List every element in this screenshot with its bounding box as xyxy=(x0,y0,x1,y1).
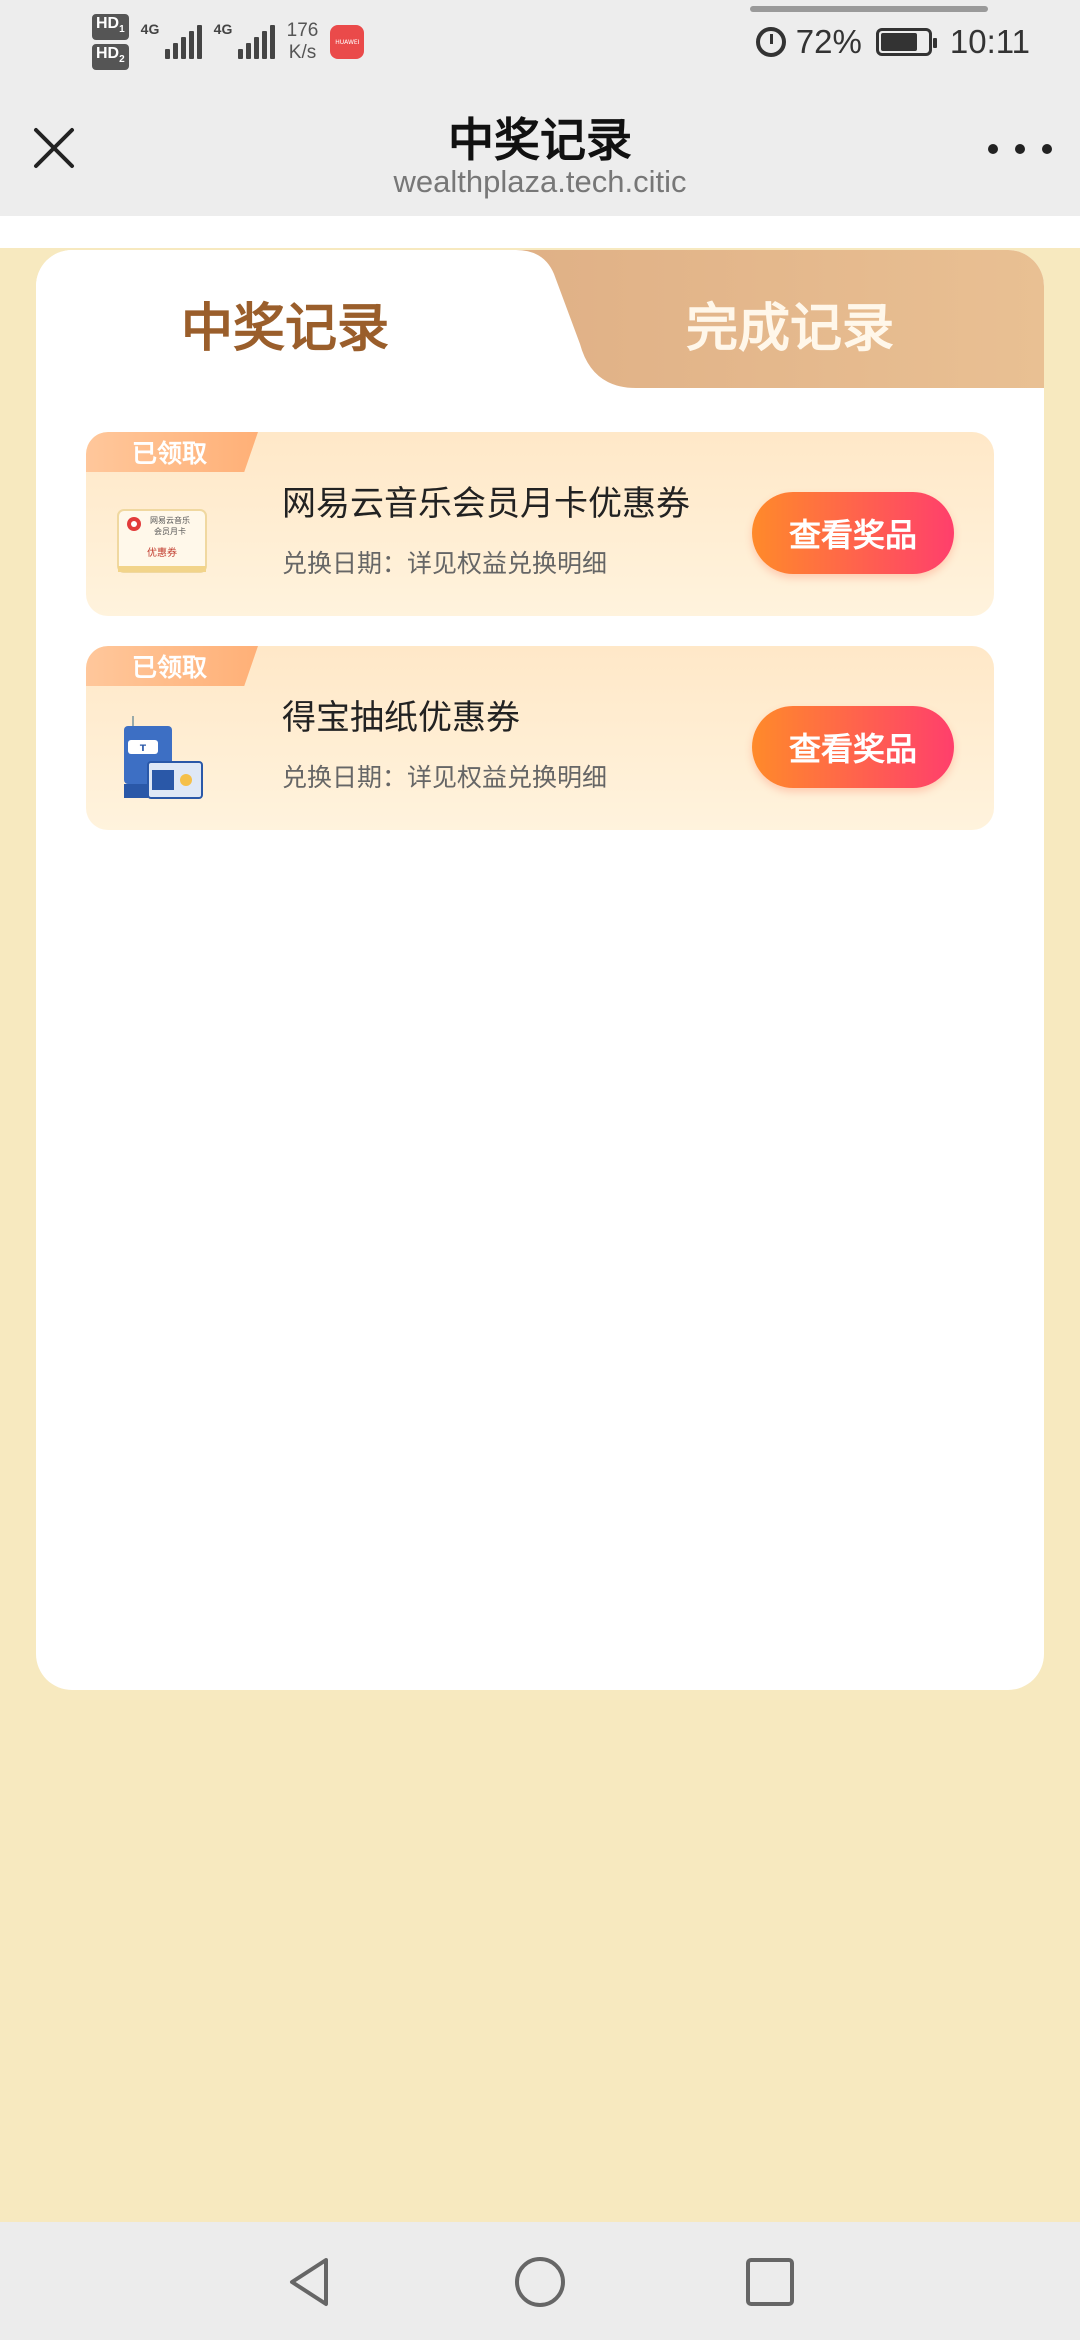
thumb-line: 网易云音乐 xyxy=(150,515,190,525)
hd-2-icon: HD2 xyxy=(92,44,129,71)
music-coupon-icon: 网易云音乐 会员月卡 优惠券 xyxy=(114,496,210,592)
prize-name: 得宝抽纸优惠券 xyxy=(282,698,520,738)
claimed-badge: 已领取 xyxy=(86,646,258,686)
gesture-pill xyxy=(750,6,988,12)
svg-text:T: T xyxy=(140,744,147,754)
hd-1-icon: HD1 xyxy=(92,13,129,40)
prize-redeem-date: 兑换日期：详见权益兑换明细 xyxy=(282,549,608,578)
status-bar: HD1 HD2 4G 4G 176 K/s HUAWEI 72% 10:11 xyxy=(0,0,1080,84)
prize-redeem-date: 兑换日期：详见权益兑换明细 xyxy=(282,763,608,792)
tissue-pack-icon: T xyxy=(114,710,210,806)
recents-square-icon xyxy=(746,2258,794,2306)
app-store-icon: HUAWEI xyxy=(330,25,365,59)
back-triangle-icon xyxy=(290,2258,328,2306)
system-nav-bar xyxy=(0,2222,1080,2340)
more-button[interactable] xyxy=(988,134,1052,164)
tab-bar: 中奖记录 完成记录 xyxy=(36,250,1044,390)
screen: HD1 HD2 4G 4G 176 K/s HUAWEI 72% 10:11 中… xyxy=(0,0,1080,2340)
battery-percent: 72% xyxy=(795,23,862,60)
more-dot-icon xyxy=(1042,144,1052,154)
alarm-icon xyxy=(755,27,786,57)
page-title: 中奖记录 xyxy=(448,113,632,167)
home-circle-icon xyxy=(515,2257,565,2307)
prize-item: 已领取 T 得宝抽纸优惠券 兑换日期：详见权益兑换明细 查看奖品 xyxy=(86,646,994,830)
thumb-line: 优惠券 xyxy=(147,546,177,559)
view-prize-button[interactable]: 查看奖品 xyxy=(752,706,954,788)
records-card: 中奖记录 完成记录 已领取 网易云音乐 会员月卡 优惠券 网易云音乐会员月卡优惠… xyxy=(36,250,1044,1690)
more-dot-icon xyxy=(988,144,998,154)
back-button[interactable] xyxy=(280,2252,340,2312)
page-url: wealthplaza.tech.citic xyxy=(393,164,687,199)
clock: 10:11 xyxy=(949,23,1030,60)
claimed-badge: 已领取 xyxy=(86,432,258,472)
network-speed: 176 K/s xyxy=(286,20,319,63)
tab-completed-records[interactable]: 完成记录 xyxy=(686,286,894,361)
view-prize-button[interactable]: 查看奖品 xyxy=(752,492,954,574)
prize-name: 网易云音乐会员月卡优惠券 xyxy=(282,484,690,524)
tab-winning-records[interactable]: 中奖记录 xyxy=(181,286,389,361)
thumb-line: 会员月卡 xyxy=(154,526,186,536)
signal-1-icon: 4G xyxy=(141,21,202,59)
battery-icon xyxy=(875,28,937,56)
recents-button[interactable] xyxy=(740,2252,800,2312)
home-button[interactable] xyxy=(510,2252,570,2312)
status-right: 72% 10:11 xyxy=(755,14,1030,70)
nav-header: 中奖记录 wealthplaza.tech.citic xyxy=(0,84,1080,216)
header-divider xyxy=(0,216,1080,248)
signal-2-icon: 4G xyxy=(214,21,275,59)
hd-indicators: HD1 HD2 xyxy=(92,13,129,71)
prize-item: 已领取 网易云音乐 会员月卡 优惠券 网易云音乐会员月卡优惠券 兑换日期：详见权… xyxy=(86,432,994,616)
status-left: HD1 HD2 4G 4G 176 K/s HUAWEI xyxy=(92,12,365,72)
more-dot-icon xyxy=(1015,144,1025,154)
